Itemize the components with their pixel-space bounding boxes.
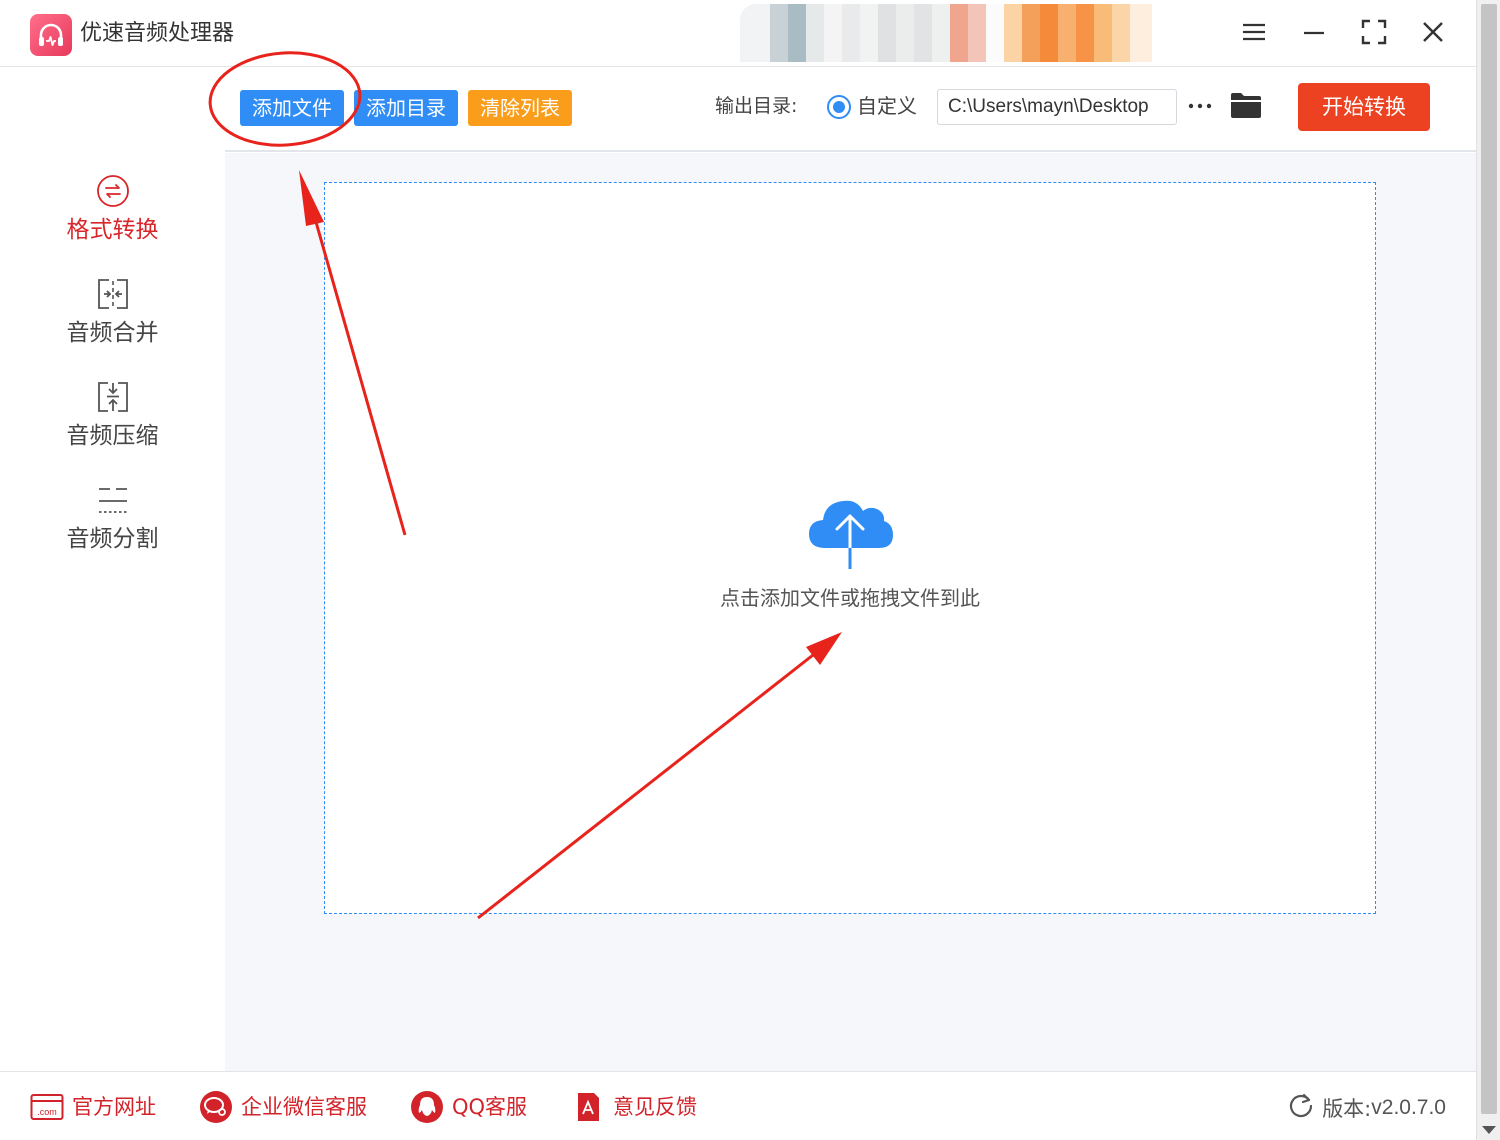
website-link-label: 官方网址 [72, 1095, 156, 1119]
add-folder-button[interactable]: 添加目录 [354, 90, 458, 126]
sidebar-item-label: 音频分割 [66, 526, 159, 552]
sidebar-item-label: 音频合并 [66, 320, 159, 346]
title-bar: 优速音频处理器 [0, 0, 1476, 67]
drop-zone-hint: 点击添加文件或拖拽文件到此 [720, 586, 980, 610]
custom-output-radio-label[interactable]: 自定义 [857, 92, 917, 120]
cloud-upload-icon [805, 493, 895, 573]
wechat-support-label: 企业微信客服 [241, 1095, 367, 1119]
vertical-scrollbar[interactable] [1476, 0, 1500, 1140]
sidebar-item-audio-split[interactable]: 音频分割 [0, 483, 225, 573]
wechat-support-link[interactable]: 企业微信客服 [199, 1090, 367, 1124]
split-icon [96, 483, 130, 517]
blurred-account-info [740, 4, 1220, 62]
website-icon: .com [30, 1090, 64, 1124]
svg-text:.com: .com [37, 1107, 57, 1117]
add-file-button[interactable]: 添加文件 [240, 90, 344, 126]
feedback-link[interactable]: 意见反馈 [571, 1090, 697, 1124]
website-link[interactable]: .com 官方网址 [30, 1090, 156, 1124]
sidebar-item-format-convert[interactable]: 格式转换 [0, 174, 225, 264]
sidebar-item-label: 音频压缩 [66, 423, 159, 449]
wechat-icon [199, 1090, 233, 1124]
convert-icon [96, 174, 130, 208]
minimize-icon[interactable] [1296, 17, 1332, 47]
version-number: v2.0.7.0 [1371, 1095, 1446, 1119]
menu-icon[interactable] [1236, 17, 1272, 47]
feedback-label: 意见反馈 [613, 1095, 697, 1119]
output-path-input[interactable] [937, 89, 1177, 125]
version-label: 版本: [1322, 1096, 1372, 1121]
version-info[interactable]: 版本: v2.0.7.0 [1288, 1092, 1446, 1123]
qq-support-link[interactable]: QQ客服 [410, 1090, 527, 1124]
toolbar: 添加文件 添加目录 清除列表 输出目录: 自定义 开始转换 [225, 68, 1476, 152]
qq-icon [410, 1090, 444, 1124]
sidebar-item-label: 格式转换 [66, 217, 159, 243]
ellipsis-icon[interactable] [1185, 88, 1215, 124]
main-area: 点击添加文件或拖拽文件到此 [225, 153, 1476, 1071]
output-dir-label: 输出目录: [715, 95, 798, 117]
clear-list-button[interactable]: 清除列表 [468, 90, 572, 126]
folder-icon[interactable] [1229, 90, 1263, 122]
file-drop-zone[interactable]: 点击添加文件或拖拽文件到此 [324, 182, 1376, 914]
feedback-icon [571, 1090, 605, 1124]
compress-icon [96, 380, 130, 414]
merge-icon [96, 277, 130, 311]
scrollbar-thumb[interactable] [1481, 4, 1497, 1114]
footer: .com 官方网址 企业微信客服 QQ客服 意见反馈 版本: v2.0.7.0 [0, 1071, 1476, 1140]
sidebar-item-audio-compress[interactable]: 音频压缩 [0, 380, 225, 470]
custom-output-radio[interactable] [827, 95, 851, 119]
scroll-down-arrow-icon[interactable] [1482, 1126, 1496, 1134]
sidebar: 格式转换 音频合并 音频压缩 音频分割 [0, 68, 225, 1071]
headphones-icon [30, 14, 72, 56]
maximize-icon[interactable] [1356, 17, 1392, 47]
sidebar-item-audio-merge[interactable]: 音频合并 [0, 277, 225, 367]
app-title: 优速音频处理器 [80, 21, 235, 46]
start-convert-button[interactable]: 开始转换 [1298, 83, 1430, 131]
qq-support-label: QQ客服 [452, 1095, 528, 1119]
refresh-icon [1288, 1092, 1314, 1123]
close-icon[interactable] [1415, 17, 1451, 47]
